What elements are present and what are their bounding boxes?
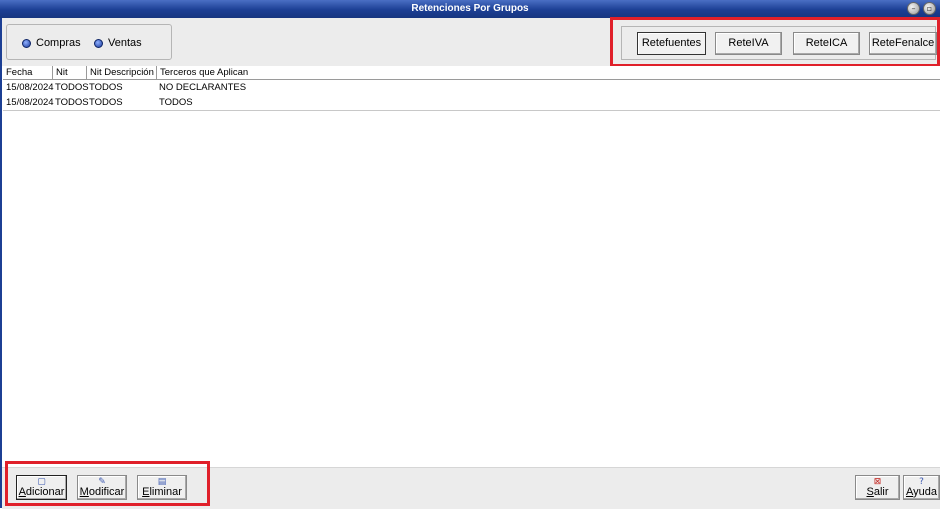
cell-nit: TODOS [55, 97, 89, 108]
table-row[interactable]: 15/08/2024 TODOS TODOS TODOS [3, 95, 940, 110]
restore-button[interactable]: ▫ [923, 2, 936, 15]
minimize-icon: – [911, 4, 916, 13]
cell-fecha: 15/08/2024 [6, 97, 54, 108]
tab-reteica[interactable]: ReteICA [793, 32, 860, 55]
cell-nit-descripcion: TODOS [89, 82, 123, 93]
tab-retefenalce[interactable]: ReteFenalce [869, 32, 937, 55]
adicionar-button[interactable]: ▢ Adicionar [16, 475, 67, 500]
radio-ventas-label: Ventas [108, 37, 142, 49]
column-nit-descripcion[interactable]: Nit Descripción [87, 66, 157, 79]
radio-compras-label: Compras [36, 37, 81, 49]
cell-nit-descripcion: TODOS [89, 97, 123, 108]
column-fecha[interactable]: Fecha [3, 66, 53, 79]
radio-ventas[interactable]: Ventas [94, 37, 144, 50]
adicionar-label: Adicionar [18, 486, 65, 498]
column-nit[interactable]: Nit [53, 66, 87, 79]
ayuda-button[interactable]: ? Ayuda [903, 475, 940, 500]
salir-label: Salir [866, 486, 889, 498]
radio-compras-indicator[interactable] [22, 39, 31, 48]
cell-nit: TODOS [55, 82, 89, 93]
cell-terceros: NO DECLARANTES [159, 82, 247, 93]
tab-reteiva[interactable]: ReteIVA [715, 32, 782, 55]
eliminar-button[interactable]: ▤ Eliminar [137, 475, 187, 500]
salir-button[interactable]: ⊠ Salir [855, 475, 900, 500]
minimize-button[interactable]: – [907, 2, 920, 15]
modificar-button[interactable]: ✎ Modificar [77, 475, 127, 500]
window-title: Retenciones Por Grupos [411, 3, 529, 14]
window-frame-left [0, 18, 2, 508]
cell-fecha: 15/08/2024 [6, 82, 54, 93]
modificar-label: Modificar [79, 486, 125, 498]
ayuda-label: Ayuda [906, 486, 937, 498]
eliminar-label: Eliminar [142, 486, 182, 498]
radio-ventas-indicator[interactable] [94, 39, 103, 48]
table-row[interactable]: 15/08/2024 TODOS TODOS NO DECLARANTES [3, 80, 940, 95]
cell-terceros: TODOS [159, 97, 193, 108]
radio-compras[interactable]: Compras [22, 37, 84, 50]
rows-divider [3, 110, 940, 111]
column-terceros[interactable]: Terceros que Aplican [157, 66, 277, 79]
tab-retefuentes[interactable]: Retefuentes [637, 32, 706, 55]
restore-icon: ▫ [926, 4, 933, 13]
